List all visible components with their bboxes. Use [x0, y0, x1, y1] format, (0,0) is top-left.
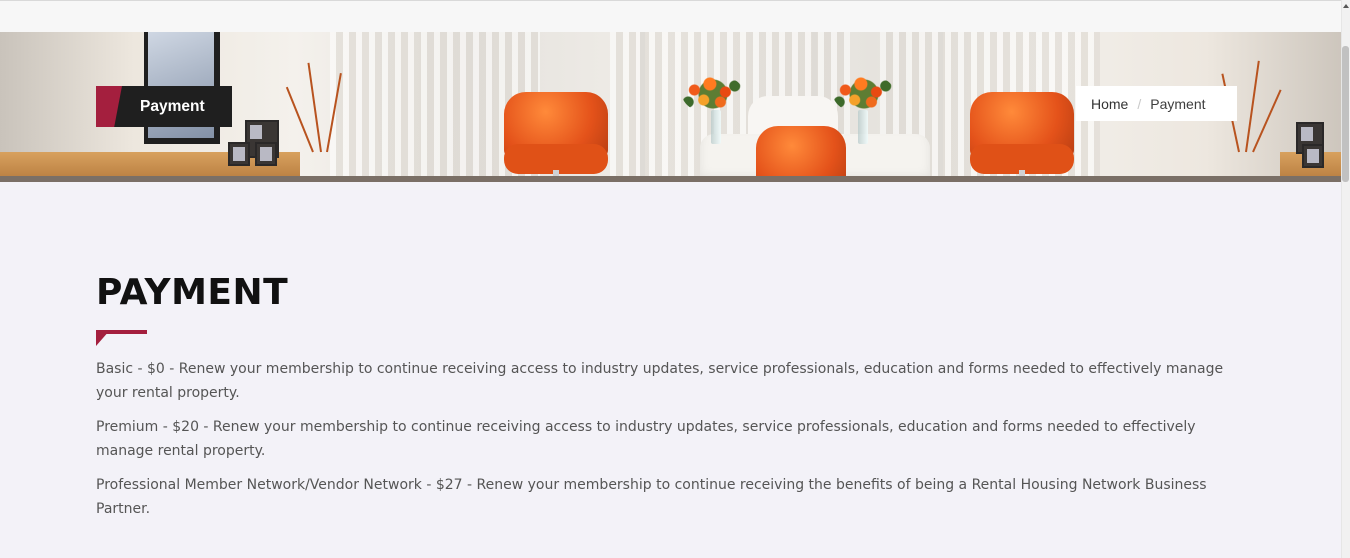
flower-bouquet — [682, 74, 744, 114]
flower-bouquet — [833, 74, 895, 114]
orange-chair — [970, 92, 1074, 182]
vase — [711, 110, 721, 144]
breadcrumb-home-link[interactable]: Home — [1091, 96, 1128, 112]
scroll-up-icon[interactable] — [1343, 4, 1349, 8]
photo-frame — [255, 142, 277, 166]
browser-top-strip — [0, 0, 1350, 32]
plan-professional: Professional Member Network/Vendor Netwo… — [96, 477, 1207, 517]
breadcrumb: Home / Payment — [1076, 86, 1237, 121]
breadcrumb-current: Payment — [1150, 95, 1206, 112]
vertical-scrollbar[interactable] — [1341, 0, 1350, 558]
orange-chair — [504, 92, 608, 182]
orange-chair — [756, 126, 846, 182]
page-title: PAYMENT — [96, 272, 289, 313]
badge-accent — [96, 86, 122, 127]
scrollbar-thumb[interactable] — [1342, 46, 1349, 182]
photo-frame — [1302, 144, 1324, 168]
plan-basic: Basic - $0 - Renew your membership to co… — [96, 361, 1224, 401]
vase — [858, 110, 868, 144]
photo-frame — [228, 142, 250, 166]
main-content: PAYMENT Basic - $0 - Renew your membersh… — [96, 270, 1231, 521]
title-underline-mark — [96, 330, 148, 348]
breadcrumb-separator: / — [1137, 95, 1142, 112]
page-title-badge: Payment — [96, 86, 232, 127]
plan-list: Basic - $0 - Renew your membership to co… — [96, 357, 1231, 521]
plan-premium: Premium - $20 - Renew your membership to… — [96, 419, 1196, 459]
page-badge-label: Payment — [140, 97, 205, 115]
